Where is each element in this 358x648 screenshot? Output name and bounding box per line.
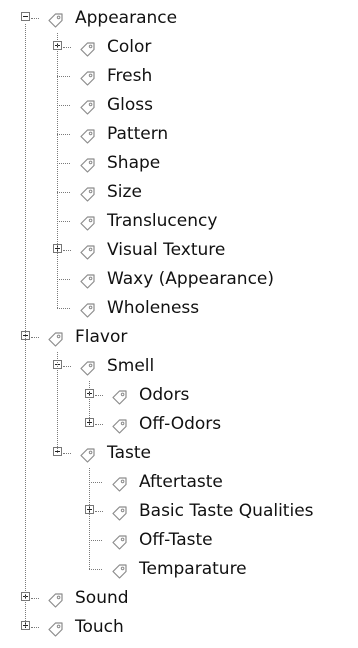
tag-icon — [111, 416, 128, 434]
tag-icon — [79, 271, 96, 289]
tag-icon — [79, 300, 96, 318]
tree-node-odors[interactable]: Odors — [0, 381, 358, 410]
tree-guide-line — [89, 381, 90, 424]
tree-connector — [63, 47, 71, 48]
tree-node-label[interactable]: Flavor — [75, 323, 127, 352]
tree-node-touch[interactable]: Touch — [0, 613, 358, 642]
tree-node-translucency[interactable]: Translucency — [0, 207, 358, 236]
attribute-tree: Appearance Color Fresh Gloss Pattern Shape Siz… — [0, 0, 358, 642]
tag-icon — [79, 445, 96, 463]
tree-node-visual-texture[interactable]: Visual Texture — [0, 236, 358, 265]
tree-node-basic-taste-qualities[interactable]: Basic Taste Qualities — [0, 497, 358, 526]
tag-icon — [79, 213, 96, 231]
tree-connector — [57, 221, 70, 222]
tree-node-label[interactable]: Odors — [139, 381, 189, 410]
tree-node-label[interactable]: Off-Odors — [139, 410, 221, 439]
tree-connector — [57, 163, 70, 164]
tree-node-aftertaste[interactable]: Aftertaste — [0, 468, 358, 497]
tree-connector — [95, 395, 103, 396]
tag-icon — [47, 590, 64, 608]
tree-connector — [57, 134, 70, 135]
tag-icon — [111, 474, 128, 492]
tree-node-smell[interactable]: Smell — [0, 352, 358, 381]
tree-connector — [89, 482, 102, 483]
tree-node-gloss[interactable]: Gloss — [0, 91, 358, 120]
tree-node-off-taste[interactable]: Off-Taste — [0, 526, 358, 555]
tag-icon — [79, 358, 96, 376]
tree-node-taste[interactable]: Taste — [0, 439, 358, 468]
tree-node-waxy-appearance[interactable]: Waxy (Appearance) — [0, 265, 358, 294]
tree-node-label[interactable]: Wholeness — [107, 294, 199, 323]
tree-guide-line — [57, 352, 58, 453]
tree-connector — [57, 279, 70, 280]
tree-node-flavor[interactable]: Flavor — [0, 323, 358, 352]
tag-icon — [111, 532, 128, 550]
tag-icon — [47, 329, 64, 347]
tree-node-label[interactable]: Appearance — [75, 4, 177, 33]
tree-node-label[interactable]: Taste — [107, 439, 151, 468]
tree-node-label[interactable]: Waxy (Appearance) — [107, 265, 274, 294]
tree-connector — [57, 76, 70, 77]
tree-node-wholeness[interactable]: Wholeness — [0, 294, 358, 323]
tree-connector — [57, 192, 70, 193]
tree-node-label[interactable]: Pattern — [107, 120, 168, 149]
tree-node-label[interactable]: Fresh — [107, 62, 152, 91]
tree-node-label[interactable]: Touch — [75, 613, 124, 642]
tree-connector — [57, 308, 70, 309]
tag-icon — [79, 126, 96, 144]
tree-node-off-odors[interactable]: Off-Odors — [0, 410, 358, 439]
tag-icon — [79, 68, 96, 86]
tree-connector — [31, 598, 39, 599]
tag-icon — [79, 184, 96, 202]
tree-node-label[interactable]: Basic Taste Qualities — [139, 497, 314, 526]
tree-connector — [57, 105, 70, 106]
tag-icon — [47, 619, 64, 637]
tree-node-fresh[interactable]: Fresh — [0, 62, 358, 91]
tree-node-color[interactable]: Color — [0, 33, 358, 62]
tree-node-label[interactable]: Shape — [107, 149, 160, 178]
tree-guide-line — [25, 24, 26, 627]
tree-node-label[interactable]: Translucency — [107, 207, 217, 236]
tree-connector — [63, 366, 71, 367]
tree-connector — [31, 18, 39, 19]
tree-node-label[interactable]: Aftertaste — [139, 468, 223, 497]
tree-connector — [89, 569, 102, 570]
tree-guide-line — [89, 468, 90, 569]
tree-guide-line — [57, 33, 58, 308]
tree-node-label[interactable]: Size — [107, 178, 142, 207]
tag-icon — [79, 97, 96, 115]
tree-node-appearance[interactable]: Appearance — [0, 4, 358, 33]
tree-connector — [63, 250, 71, 251]
tree-connector — [89, 540, 102, 541]
tag-icon — [79, 155, 96, 173]
tree-node-pattern[interactable]: Pattern — [0, 120, 358, 149]
tree-node-label[interactable]: Color — [107, 33, 151, 62]
tree-node-label[interactable]: Sound — [75, 584, 129, 613]
tree-connector — [31, 627, 39, 628]
tree-node-size[interactable]: Size — [0, 178, 358, 207]
tag-icon — [111, 503, 128, 521]
tag-icon — [111, 387, 128, 405]
tree-node-label[interactable]: Off-Taste — [139, 526, 213, 555]
tree-node-shape[interactable]: Shape — [0, 149, 358, 178]
tree-connector — [95, 424, 103, 425]
tag-icon — [79, 242, 96, 260]
tag-icon — [111, 561, 128, 579]
tree-node-label[interactable]: Gloss — [107, 91, 153, 120]
tree-node-label[interactable]: Visual Texture — [107, 236, 225, 265]
tree-node-label[interactable]: Smell — [107, 352, 154, 381]
tag-icon — [79, 39, 96, 57]
tree-connector — [63, 453, 71, 454]
tree-node-temparature[interactable]: Temparature — [0, 555, 358, 584]
tree-node-sound[interactable]: Sound — [0, 584, 358, 613]
collapse-toggle-appearance[interactable] — [21, 12, 30, 21]
tree-connector — [31, 337, 39, 338]
tree-node-label[interactable]: Temparature — [139, 555, 247, 584]
tree-connector — [95, 511, 103, 512]
tag-icon — [47, 10, 64, 28]
